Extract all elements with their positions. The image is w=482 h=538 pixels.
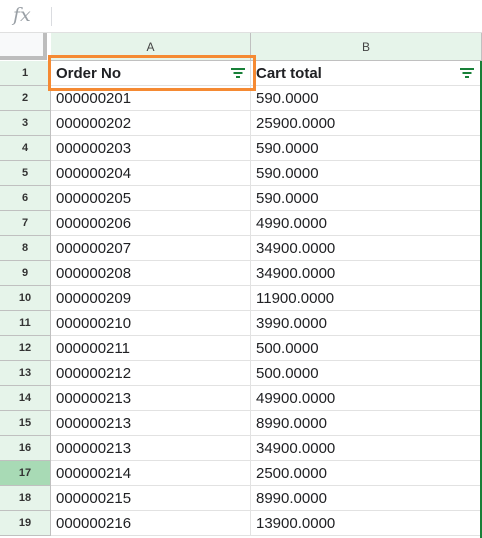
row-header[interactable]: 6 <box>0 186 51 211</box>
select-all-corner[interactable] <box>0 33 47 60</box>
row-header[interactable]: 3 <box>0 111 51 136</box>
table-row: 19 000000216 13900.0000 <box>0 511 482 536</box>
cell-order-no[interactable]: 000000201 <box>51 86 251 111</box>
row-header[interactable]: 10 <box>0 286 51 311</box>
column-header-a[interactable]: A <box>51 33 251 61</box>
table-row: 13 000000212 500.0000 <box>0 361 482 386</box>
table-header-row: 1 Order No Cart total <box>0 61 482 86</box>
cell-order-no[interactable]: 000000213 <box>51 436 251 461</box>
table-row: 6 000000205 590.0000 <box>0 186 482 211</box>
table-row: 2 000000201 590.0000 <box>0 86 482 111</box>
table-row: 14 000000213 49900.0000 <box>0 386 482 411</box>
table-row: 5 000000204 590.0000 <box>0 161 482 186</box>
cell-cart-total-header[interactable]: Cart total <box>251 61 482 86</box>
row-header[interactable]: 17 <box>0 461 51 486</box>
row-header[interactable]: 1 <box>0 61 51 86</box>
cell-cart-total[interactable]: 590.0000 <box>251 161 482 186</box>
cell-cart-total[interactable]: 8990.0000 <box>251 411 482 436</box>
cell-order-no[interactable]: 000000205 <box>51 186 251 211</box>
cell-cart-total[interactable]: 34900.0000 <box>251 236 482 261</box>
formula-bar: fx <box>0 0 482 33</box>
cell-order-no[interactable]: 000000216 <box>51 511 251 536</box>
cell-cart-total[interactable]: 34900.0000 <box>251 261 482 286</box>
cell-cart-total[interactable]: 2500.0000 <box>251 461 482 486</box>
filter-icon[interactable] <box>231 68 245 79</box>
cell-order-no[interactable]: 000000214 <box>51 461 251 486</box>
cell-cart-total[interactable]: 13900.0000 <box>251 511 482 536</box>
cell-cart-total[interactable]: 8990.0000 <box>251 486 482 511</box>
table-row: 10 000000209 11900.0000 <box>0 286 482 311</box>
cell-cart-total[interactable]: 500.0000 <box>251 361 482 386</box>
table-row: 8 000000207 34900.0000 <box>0 236 482 261</box>
cell-cart-total[interactable]: 590.0000 <box>251 136 482 161</box>
cell-order-no-header[interactable]: Order No <box>51 61 251 86</box>
row-header[interactable]: 2 <box>0 86 51 111</box>
cell-cart-total[interactable]: 4990.0000 <box>251 211 482 236</box>
cell-order-no[interactable]: 000000215 <box>51 486 251 511</box>
filter-icon[interactable] <box>460 68 474 79</box>
row-header[interactable]: 19 <box>0 511 51 536</box>
cell-order-no[interactable]: 000000206 <box>51 211 251 236</box>
fx-icon: fx <box>13 4 31 26</box>
cell-cart-total[interactable]: 590.0000 <box>251 186 482 211</box>
cell-cart-total[interactable]: 11900.0000 <box>251 286 482 311</box>
table-row: 12 000000211 500.0000 <box>0 336 482 361</box>
cell-order-no[interactable]: 000000213 <box>51 386 251 411</box>
cell-order-no[interactable]: 000000212 <box>51 361 251 386</box>
row-header[interactable]: 11 <box>0 311 51 336</box>
row-header[interactable]: 9 <box>0 261 51 286</box>
column-header-b[interactable]: B <box>251 33 482 61</box>
cell-cart-total[interactable]: 590.0000 <box>251 86 482 111</box>
cell-cart-total[interactable]: 25900.0000 <box>251 111 482 136</box>
formula-bar-divider <box>51 7 52 26</box>
row-header[interactable]: 4 <box>0 136 51 161</box>
cell-order-no[interactable]: 000000202 <box>51 111 251 136</box>
row-header[interactable]: 14 <box>0 386 51 411</box>
cell-cart-total[interactable]: 3990.0000 <box>251 311 482 336</box>
cell-cart-total[interactable]: 500.0000 <box>251 336 482 361</box>
cell-order-no[interactable]: 000000213 <box>51 411 251 436</box>
cell-order-no[interactable]: 000000208 <box>51 261 251 286</box>
order-no-header-label: Order No <box>56 65 122 82</box>
formula-input[interactable] <box>56 0 482 32</box>
cell-order-no[interactable]: 000000203 <box>51 136 251 161</box>
cell-order-no[interactable]: 000000211 <box>51 336 251 361</box>
cell-order-no[interactable]: 000000207 <box>51 236 251 261</box>
row-header[interactable]: 16 <box>0 436 51 461</box>
table-row: 18 000000215 8990.0000 <box>0 486 482 511</box>
table-row: 15 000000213 8990.0000 <box>0 411 482 436</box>
row-header[interactable]: 15 <box>0 411 51 436</box>
table-row: 11 000000210 3990.0000 <box>0 311 482 336</box>
table-row: 9 000000208 34900.0000 <box>0 261 482 286</box>
cell-order-no[interactable]: 000000209 <box>51 286 251 311</box>
row-header[interactable]: 13 <box>0 361 51 386</box>
cell-cart-total[interactable]: 49900.0000 <box>251 386 482 411</box>
table-row: 3 000000202 25900.0000 <box>0 111 482 136</box>
cell-cart-total[interactable]: 34900.0000 <box>251 436 482 461</box>
table-row: 7 000000206 4990.0000 <box>0 211 482 236</box>
row-header[interactable]: 18 <box>0 486 51 511</box>
row-header[interactable]: 8 <box>0 236 51 261</box>
row-header[interactable]: 7 <box>0 211 51 236</box>
row-header[interactable]: 5 <box>0 161 51 186</box>
table-row: 17 000000214 2500.0000 <box>0 461 482 486</box>
cart-total-header-label: Cart total <box>256 65 322 82</box>
table-row: 16 000000213 34900.0000 <box>0 436 482 461</box>
cell-order-no[interactable]: 000000210 <box>51 311 251 336</box>
cell-order-no[interactable]: 000000204 <box>51 161 251 186</box>
row-header[interactable]: 12 <box>0 336 51 361</box>
table-row: 4 000000203 590.0000 <box>0 136 482 161</box>
